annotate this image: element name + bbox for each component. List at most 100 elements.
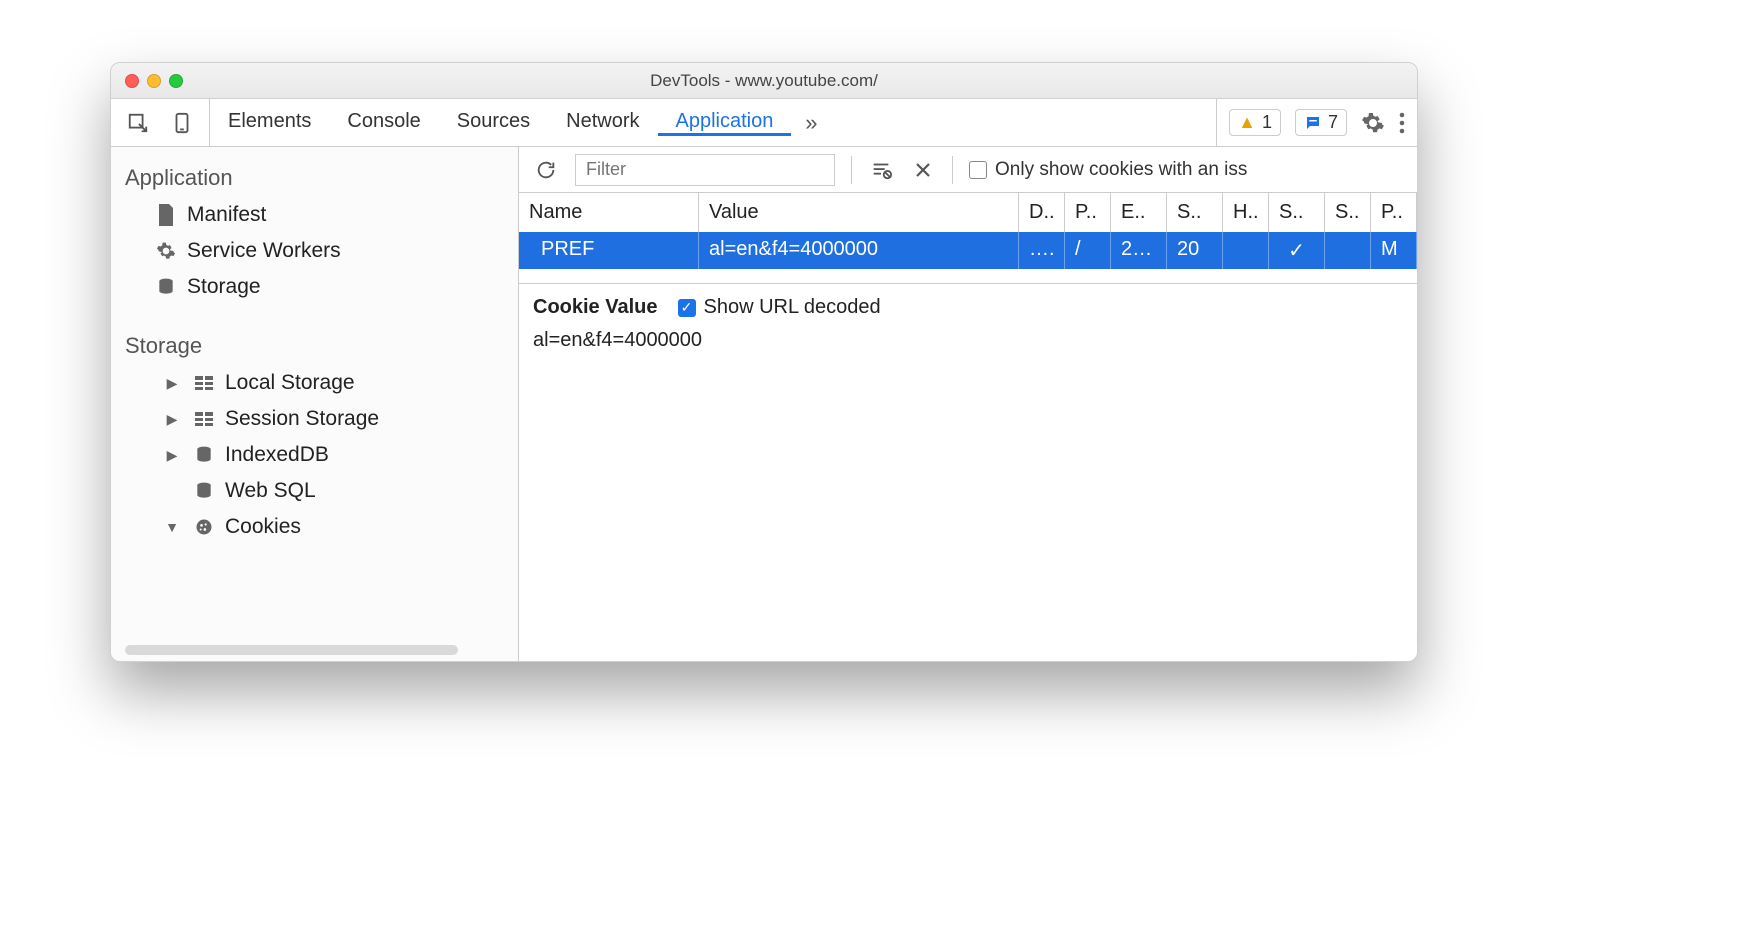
sidebar-item-session-storage[interactable]: ▶ Session Storage: [141, 401, 518, 437]
tab-overflow-button[interactable]: »: [791, 110, 831, 136]
cell-httponly: [1223, 232, 1269, 269]
sidebar-item-label: Service Workers: [187, 239, 341, 263]
cell-priority: M: [1371, 232, 1417, 269]
sidebar-item-indexeddb[interactable]: ▶ IndexedDB: [141, 437, 518, 473]
database-icon: [193, 444, 215, 466]
inspect-element-icon[interactable]: [125, 110, 151, 136]
message-icon: [1304, 114, 1322, 132]
table-row[interactable]: PREF al=en&f4=4000000 …. / 2… 20 ✓ M: [519, 232, 1417, 269]
messages-count: 7: [1328, 112, 1338, 133]
col-size[interactable]: S..: [1167, 193, 1223, 232]
panel-tabs: Elements Console Sources Network Applica…: [210, 99, 831, 146]
tab-network[interactable]: Network: [548, 110, 657, 136]
sidebar-item-cookies[interactable]: ▼ Cookies: [141, 509, 518, 545]
sidebar-item-web-sql[interactable]: ▶ Web SQL: [141, 473, 518, 509]
refresh-icon: [535, 159, 557, 181]
tab-sources[interactable]: Sources: [439, 110, 548, 136]
col-expires[interactable]: E..: [1111, 193, 1167, 232]
settings-button[interactable]: [1361, 111, 1385, 135]
only-issues-label: Only show cookies with an iss: [995, 159, 1247, 181]
gear-icon: [155, 240, 177, 262]
sidebar-group-title: Storage: [111, 323, 518, 365]
col-value[interactable]: Value: [699, 193, 1019, 232]
cell-path: /: [1065, 232, 1111, 269]
window-title: DevTools - www.youtube.com/: [111, 71, 1417, 91]
warning-icon: ▲: [1238, 112, 1256, 133]
expand-icon[interactable]: ▶: [161, 408, 183, 430]
clear-all-icon: [870, 159, 892, 181]
file-icon: [155, 204, 177, 226]
checkbox-checked-icon: ✓: [678, 299, 696, 317]
zoom-window-button[interactable]: [169, 74, 183, 88]
filter-input[interactable]: [575, 154, 835, 186]
sidebar-item-label: Manifest: [187, 203, 266, 227]
more-options-button[interactable]: [1399, 112, 1405, 134]
grid-icon: [193, 408, 215, 430]
warnings-badge[interactable]: ▲ 1: [1229, 109, 1281, 136]
devtools-window: DevTools - www.youtube.com/ Elements Con…: [110, 62, 1418, 662]
col-secure[interactable]: S..: [1269, 193, 1325, 232]
tab-elements[interactable]: Elements: [210, 110, 329, 136]
grid-icon: [193, 372, 215, 394]
expand-icon[interactable]: ▶: [161, 372, 183, 394]
tab-label: Network: [566, 110, 639, 133]
close-icon: [914, 161, 932, 179]
messages-badge[interactable]: 7: [1295, 109, 1347, 136]
tab-console[interactable]: Console: [329, 110, 438, 136]
cell-name: PREF: [519, 232, 699, 269]
cookies-panel: Only show cookies with an iss Name Value…: [519, 147, 1417, 661]
titlebar: DevTools - www.youtube.com/: [111, 63, 1417, 99]
separator: [851, 156, 852, 184]
decode-label: Show URL decoded: [704, 296, 881, 319]
delete-button[interactable]: [910, 157, 936, 183]
cookie-detail: Cookie Value ✓ Show URL decoded al=en&f4…: [519, 284, 1417, 364]
devtools-toolbar: Elements Console Sources Network Applica…: [111, 99, 1417, 147]
tab-label: Console: [347, 110, 420, 133]
collapse-icon[interactable]: ▼: [161, 516, 183, 538]
tab-label: Application: [676, 110, 774, 133]
sidebar-item-label: IndexedDB: [225, 443, 329, 467]
checkbox-icon: [969, 161, 987, 179]
expand-icon[interactable]: ▶: [161, 444, 183, 466]
cell-value: al=en&f4=4000000: [699, 232, 1019, 269]
cookie-icon: [193, 516, 215, 538]
table-row[interactable]: [519, 269, 1417, 283]
window-controls: [111, 74, 183, 88]
sidebar-item-label: Session Storage: [225, 407, 379, 431]
sidebar-item-service-workers[interactable]: Service Workers: [111, 233, 518, 269]
sidebar-group-title: Application: [111, 155, 518, 197]
only-issues-toggle[interactable]: Only show cookies with an iss: [969, 159, 1247, 181]
kebab-icon: [1399, 112, 1405, 134]
cell-size: 20: [1167, 232, 1223, 269]
col-httponly[interactable]: H..: [1223, 193, 1269, 232]
minimize-window-button[interactable]: [147, 74, 161, 88]
table-header-row: Name Value D.. P.. E.. S.. H.. S.. S.. P…: [519, 193, 1417, 232]
sidebar-item-local-storage[interactable]: ▶ Local Storage: [141, 365, 518, 401]
chevron-right-icon: »: [805, 110, 817, 136]
sidebar-item-label: Web SQL: [225, 479, 316, 503]
database-icon: [193, 480, 215, 502]
col-samesite[interactable]: S..: [1325, 193, 1371, 232]
col-path[interactable]: P..: [1065, 193, 1111, 232]
col-domain[interactable]: D..: [1019, 193, 1065, 232]
sidebar-item-label: Storage: [187, 275, 261, 299]
close-window-button[interactable]: [125, 74, 139, 88]
detail-value: al=en&f4=4000000: [533, 329, 1403, 352]
separator: [952, 156, 953, 184]
sidebar-item-manifest[interactable]: Manifest: [111, 197, 518, 233]
sidebar-item-label: Cookies: [225, 515, 301, 539]
filter-toolbar: Only show cookies with an iss: [519, 147, 1417, 193]
sidebar-item-label: Local Storage: [225, 371, 355, 395]
cell-secure: ✓: [1269, 232, 1325, 269]
sidebar-item-storage[interactable]: Storage: [111, 269, 518, 305]
warnings-count: 1: [1262, 112, 1272, 133]
refresh-button[interactable]: [533, 157, 559, 183]
decode-toggle[interactable]: ✓ Show URL decoded: [678, 296, 881, 319]
gear-icon: [1361, 111, 1385, 135]
clear-all-button[interactable]: [868, 157, 894, 183]
col-priority[interactable]: P..: [1371, 193, 1417, 232]
tab-application[interactable]: Application: [658, 110, 792, 136]
col-name[interactable]: Name: [519, 193, 699, 232]
application-sidebar[interactable]: Application Manifest Service Workers Sto…: [111, 147, 519, 661]
device-toggle-icon[interactable]: [169, 110, 195, 136]
